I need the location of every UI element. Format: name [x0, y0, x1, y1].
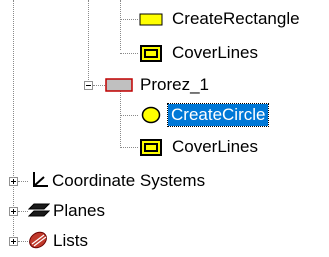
tree-item-label[interactable]: CoverLines	[169, 42, 261, 64]
tree-item-label[interactable]: CoverLines	[169, 136, 261, 158]
tree-connector	[120, 53, 138, 54]
tree-guide-line	[120, 0, 121, 50]
tree-guide-line	[13, 0, 14, 236]
cover-lines-icon	[140, 45, 162, 62]
tree-connector	[120, 147, 138, 148]
rectangle-icon	[139, 13, 163, 26]
body-icon	[105, 78, 133, 92]
tree-item-label[interactable]: Lists	[50, 230, 91, 252]
tree-connector	[18, 211, 28, 212]
cover-lines-icon	[140, 139, 162, 156]
tree-connector	[93, 85, 105, 86]
tree-connector	[18, 181, 28, 182]
tree-item-label[interactable]: CreateRectangle	[169, 8, 303, 30]
circle-icon	[141, 106, 161, 124]
model-tree: CreateRectangle CoverLines Prorez_1 Crea…	[0, 0, 329, 257]
tree-item-label[interactable]: Coordinate Systems	[49, 170, 208, 192]
expand-toggle[interactable]	[9, 177, 18, 186]
tree-item-label[interactable]: Prorez_1	[137, 74, 212, 96]
tree-connector	[120, 19, 138, 20]
tree-item-label[interactable]: Planes	[50, 200, 108, 222]
planes-icon	[28, 203, 50, 217]
tree-guide-line	[120, 86, 121, 148]
expand-toggle[interactable]	[9, 237, 18, 246]
collapse-toggle[interactable]	[84, 81, 93, 90]
expand-toggle[interactable]	[9, 207, 18, 216]
lists-icon	[29, 231, 47, 249]
tree-guide-line	[88, 0, 89, 84]
tree-item-label[interactable]: CreateCircle	[166, 103, 270, 127]
tree-connector	[120, 115, 138, 116]
coordinate-systems-icon	[33, 172, 48, 187]
